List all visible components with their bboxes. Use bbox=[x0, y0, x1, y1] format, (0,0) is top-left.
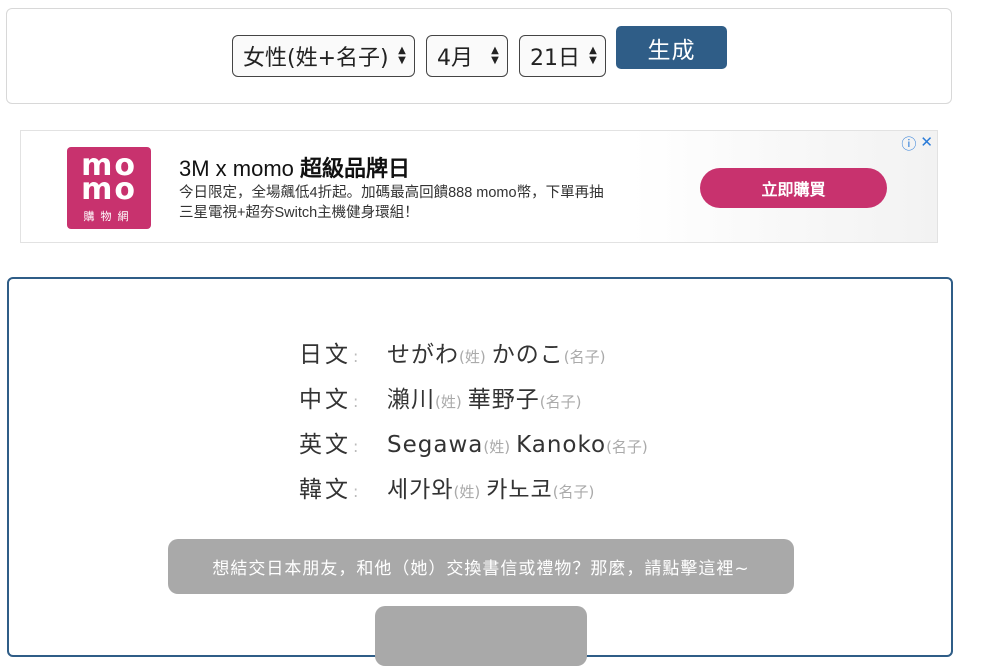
surname-text: 瀨川 bbox=[387, 387, 435, 413]
ad-buy-now-button[interactable]: 立即購買 bbox=[700, 168, 887, 208]
result-row-chinese: 中文 : 瀨川 (姓) 華野子 (名子) bbox=[299, 380, 581, 416]
result-row-japanese: 日文 : せがわ (姓) かのこ (名子) bbox=[299, 335, 605, 371]
row-colon: : bbox=[353, 392, 359, 411]
result-row-korean: 韓文 : 세가와 (姓) 카노코 (名子) bbox=[299, 470, 594, 506]
month-select[interactable]: 4月 ▲ ▼ bbox=[426, 35, 508, 77]
row-colon: : bbox=[353, 482, 359, 501]
row-language-label: 中文 bbox=[299, 387, 351, 413]
surname-tag: (姓) bbox=[459, 348, 486, 366]
result-row-english: 英文 : Segawa (姓) Kanoko (名子) bbox=[299, 425, 648, 461]
info-circle-icon[interactable]: ⓘ bbox=[901, 133, 916, 154]
given-name-text: かのこ bbox=[491, 342, 564, 368]
logo-text-bottom: mo bbox=[81, 172, 137, 207]
surname-tag: (姓) bbox=[483, 438, 511, 456]
surname-text: Segawa bbox=[387, 432, 484, 458]
given-name-text: Kanoko bbox=[516, 432, 607, 458]
given-name-text: 카노코 bbox=[486, 477, 553, 503]
momo-logo[interactable]: mo mo 購物網 bbox=[67, 147, 151, 229]
row-language-label: 英文 bbox=[299, 432, 351, 458]
given-name-tag: (名子) bbox=[539, 393, 582, 411]
row-language-label: 韓文 bbox=[299, 477, 351, 503]
day-select-value: 21日 bbox=[530, 46, 580, 71]
ad-banner[interactable]: mo mo 購物網 3M x momo 超級品牌日 今日限定，全場飆低4折起。加… bbox=[20, 130, 938, 243]
ad-title-prefix: 3M x momo bbox=[179, 156, 301, 181]
generate-button[interactable]: 生成 bbox=[616, 26, 727, 69]
surname-tag: (姓) bbox=[453, 483, 481, 501]
ad-description: 今日限定，全場飆低4折起。加碼最高回饋888 momo幣，下單再抽 三星電視+超… bbox=[179, 183, 679, 223]
secondary-button[interactable] bbox=[375, 606, 587, 666]
month-select-value: 4月 bbox=[437, 46, 473, 71]
given-name-tag: (名子) bbox=[552, 483, 595, 501]
penpal-link-button[interactable]: 想結交日本朋友，和他（她）交換書信或禮物？那麼，請點擊這裡~ bbox=[168, 539, 794, 594]
close-icon[interactable]: ✕ bbox=[920, 133, 933, 154]
surname-tag: (姓) bbox=[435, 393, 462, 411]
ad-title[interactable]: 3M x momo 超級品牌日 bbox=[179, 151, 410, 183]
row-colon: : bbox=[353, 347, 359, 366]
select-arrows-icon: ▲ ▼ bbox=[398, 45, 406, 66]
ad-desc-line-2: 三星電視+超夯Switch主機健身環組！ bbox=[179, 205, 419, 221]
gender-select-value: 女性(姓+名子) bbox=[243, 46, 389, 71]
gender-select[interactable]: 女性(姓+名子) ▲ ▼ bbox=[232, 35, 415, 77]
select-arrows-icon: ▲ ▼ bbox=[589, 45, 597, 66]
result-panel: 日文 : せがわ (姓) かのこ (名子) 中文 : 瀨川 (姓) 華野子 (名… bbox=[7, 277, 953, 666]
ad-title-bold: 超級品牌日 bbox=[300, 157, 411, 182]
generator-form: 女性(姓+名子) ▲ ▼ 4月 ▲ ▼ 21日 ▲ ▼ bbox=[6, 8, 952, 104]
given-name-tag: (名子) bbox=[606, 438, 648, 456]
logo-subtext: 購物網 bbox=[83, 210, 135, 223]
given-name-tag: (名子) bbox=[563, 348, 606, 366]
row-language-label: 日文 bbox=[299, 342, 351, 368]
select-arrows-icon: ▲ ▼ bbox=[491, 45, 499, 66]
row-colon: : bbox=[353, 437, 359, 456]
given-name-text: 華野子 bbox=[467, 387, 540, 413]
day-select[interactable]: 21日 ▲ ▼ bbox=[519, 35, 606, 77]
ad-desc-line-1: 今日限定，全場飆低4折起。加碼最高回饋888 momo幣，下單再抽 bbox=[179, 185, 604, 201]
ad-controls: ⓘ ✕ bbox=[901, 133, 933, 154]
surname-text: せがわ bbox=[387, 342, 459, 368]
surname-text: 세가와 bbox=[387, 477, 454, 503]
